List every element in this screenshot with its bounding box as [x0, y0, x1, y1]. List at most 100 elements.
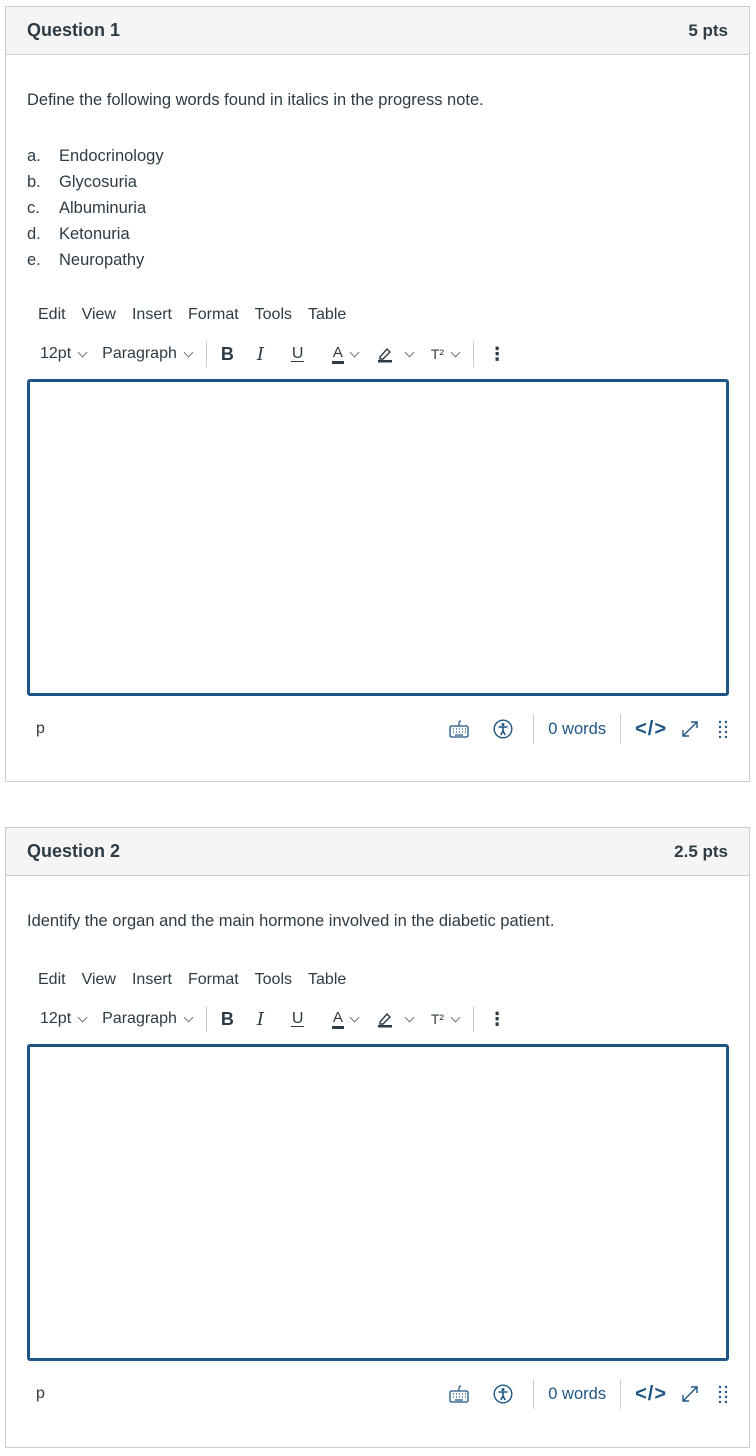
expand-icon [682, 721, 698, 737]
more-options-button[interactable]: ⋮ [488, 345, 506, 363]
chevron-down-icon [183, 1012, 194, 1022]
options-list: a. Endocrinology b. Glycosuria c. Albuminur… [27, 143, 164, 273]
chevron-down-icon [349, 1012, 360, 1022]
option-text: Neuropathy [59, 250, 145, 269]
block-format-dropdown[interactable]: Paragraph [102, 345, 194, 363]
option-text: Albuminuria [59, 198, 147, 217]
highlighter-icon [377, 347, 392, 363]
list-item: e. Neuropathy [27, 247, 164, 273]
question-title: Question 2 [27, 841, 121, 861]
option-text: Endocrinology [59, 146, 164, 165]
superscript-button[interactable]: T² [430, 1011, 461, 1027]
accessibility-checker-button[interactable] [492, 718, 514, 740]
option-text: Glycosuria [59, 172, 137, 191]
statusbar-divider [533, 1379, 535, 1409]
keyboard-icon [449, 1385, 469, 1403]
statusbar-divider [620, 714, 622, 744]
underline-label: U [290, 1009, 305, 1027]
editor-statusbar: p 0 words </> [27, 1376, 729, 1412]
word-count[interactable]: 0 words [548, 720, 606, 739]
accessibility-checker-button[interactable] [492, 1383, 514, 1405]
menu-edit[interactable]: Edit [38, 971, 66, 989]
option-letter: e. [27, 250, 41, 269]
menu-tools[interactable]: Tools [255, 971, 292, 989]
editor-toolbar: 12pt Paragraph B I U A T² ⋮ [40, 340, 506, 368]
menu-edit[interactable]: Edit [38, 306, 66, 324]
rich-text-editor[interactable] [27, 379, 729, 696]
underline-button[interactable]: U [290, 1009, 327, 1027]
italic-button[interactable]: I [257, 344, 291, 365]
chevron-down-icon [404, 347, 415, 357]
keyboard-shortcuts-button[interactable] [448, 718, 470, 740]
question-2-card: Question 2 2.5 pts Identify the organ an… [5, 827, 750, 1448]
highlight-color-button[interactable] [376, 1010, 415, 1028]
block-format-label: Paragraph [102, 345, 177, 362]
accessibility-icon [493, 1384, 513, 1404]
html-editor-button[interactable]: </> [635, 1383, 667, 1406]
menu-view[interactable]: View [82, 971, 116, 989]
text-color-button[interactable]: A [331, 344, 360, 364]
fullscreen-button[interactable] [679, 718, 701, 740]
highlight-color-button[interactable] [376, 345, 415, 363]
font-size-dropdown[interactable]: 12pt [40, 1010, 88, 1028]
list-item: b. Glycosuria [27, 169, 164, 195]
rich-text-editor[interactable] [27, 1044, 729, 1361]
italic-button[interactable]: I [257, 1009, 291, 1030]
expand-icon [682, 1386, 698, 1402]
toolbar-divider [473, 1006, 475, 1032]
menu-table[interactable]: Table [308, 971, 346, 989]
statusbar-divider [533, 714, 535, 744]
question-prompt: Identify the organ and the main hormone … [27, 912, 555, 930]
statusbar-tools: 0 words </> [437, 711, 729, 747]
text-color-button[interactable]: A [331, 1009, 360, 1029]
resize-handle-icon[interactable] [717, 1384, 729, 1404]
element-path[interactable]: p [36, 1385, 45, 1403]
block-format-label: Paragraph [102, 1010, 177, 1027]
menu-insert[interactable]: Insert [132, 971, 172, 989]
text-color-icon: A [331, 344, 344, 364]
keyboard-icon [449, 720, 469, 738]
font-size-dropdown[interactable]: 12pt [40, 345, 88, 363]
option-letter: a. [27, 146, 41, 165]
editor-menubar: Edit View Insert Format Tools Table [38, 971, 362, 989]
keyboard-shortcuts-button[interactable] [448, 1383, 470, 1405]
option-text: Ketonuria [59, 224, 130, 243]
editor-statusbar: p 0 words </> [27, 711, 729, 747]
chevron-down-icon [77, 347, 88, 357]
editor-menubar: Edit View Insert Format Tools Table [38, 306, 362, 324]
superscript-button[interactable]: T² [430, 346, 461, 362]
menu-tools[interactable]: Tools [255, 306, 292, 324]
question-header: Question 2 2.5 pts [6, 828, 749, 876]
highlighter-icon [377, 1012, 392, 1028]
toolbar-divider [473, 341, 475, 367]
html-editor-button[interactable]: </> [635, 718, 667, 741]
underline-label: U [290, 344, 305, 362]
superscript-icon: T² [430, 346, 445, 362]
block-format-dropdown[interactable]: Paragraph [102, 1010, 194, 1028]
bold-button[interactable]: B [221, 1009, 257, 1030]
superscript-icon: T² [430, 1011, 445, 1027]
menu-table[interactable]: Table [308, 306, 346, 324]
question-prompt: Define the following words found in ital… [27, 91, 484, 109]
element-path[interactable]: p [36, 720, 45, 738]
chevron-down-icon [77, 1012, 88, 1022]
list-item: d. Ketonuria [27, 221, 164, 247]
menu-format[interactable]: Format [188, 971, 239, 989]
font-size-label: 12pt [40, 345, 72, 362]
menu-insert[interactable]: Insert [132, 306, 172, 324]
underline-button[interactable]: U [290, 344, 327, 362]
resize-handle-icon[interactable] [717, 719, 729, 739]
question-points: 5 pts [688, 20, 728, 40]
bold-button[interactable]: B [221, 344, 257, 365]
fullscreen-button[interactable] [679, 1383, 701, 1405]
more-options-button[interactable]: ⋮ [488, 1010, 506, 1028]
chevron-down-icon [349, 347, 360, 357]
menu-view[interactable]: View [82, 306, 116, 324]
toolbar-divider [205, 341, 207, 367]
menu-format[interactable]: Format [188, 306, 239, 324]
word-count[interactable]: 0 words [548, 1385, 606, 1404]
option-letter: c. [27, 198, 40, 217]
statusbar-tools: 0 words </> [437, 1376, 729, 1412]
editor-toolbar: 12pt Paragraph B I U A T² ⋮ [40, 1005, 506, 1033]
option-letter: b. [27, 172, 41, 191]
